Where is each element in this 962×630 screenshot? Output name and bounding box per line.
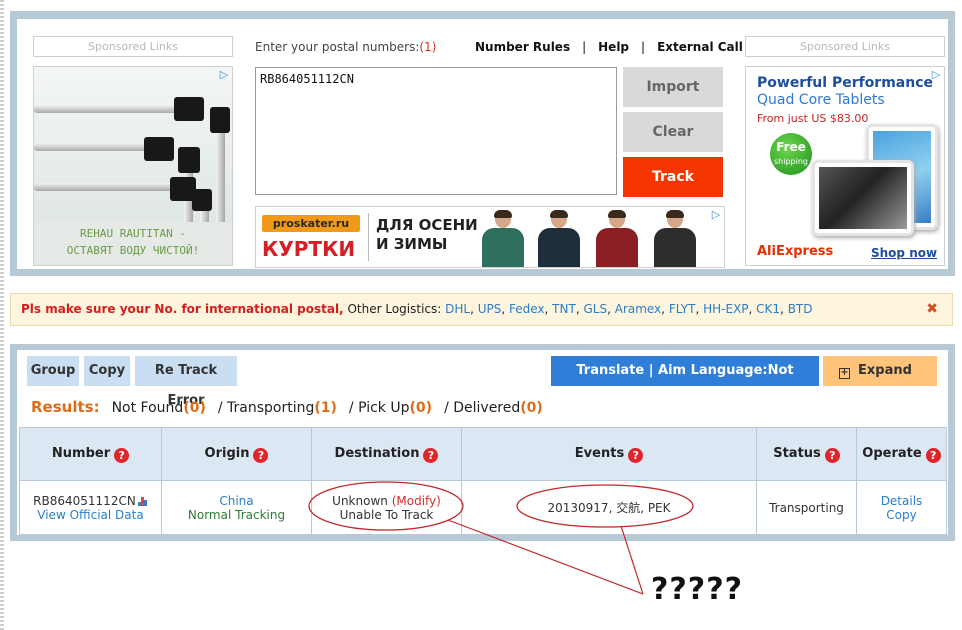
annotation-question-marks: ?????: [651, 572, 744, 607]
annotation-pointer-line: [447, 519, 644, 595]
annotation-pointer-line: [620, 525, 644, 595]
annotation-ellipse-destination: [308, 481, 464, 531]
annotation-ellipse-events: [516, 484, 694, 528]
annotation-overlay: [308, 481, 694, 595]
